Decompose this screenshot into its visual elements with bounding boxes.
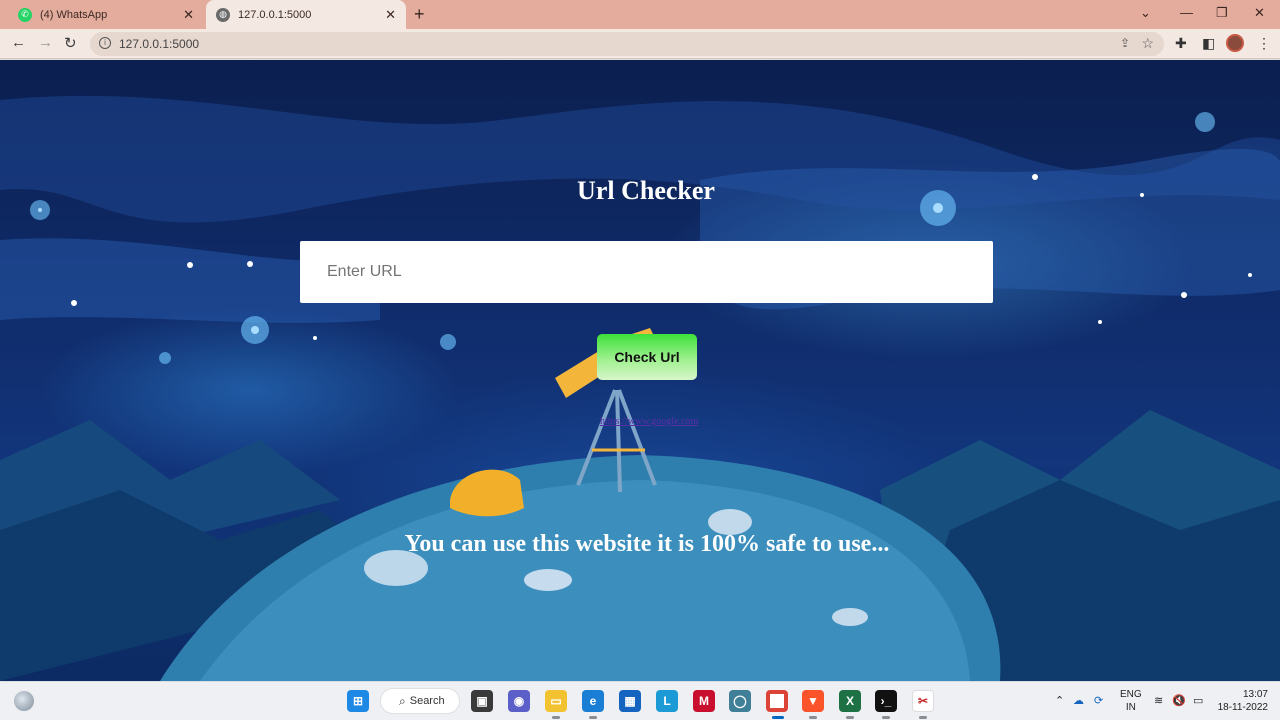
new-tab-button[interactable]: + bbox=[414, 4, 425, 25]
menu-icon[interactable]: ⋮ bbox=[1257, 35, 1271, 52]
tab-title: 127.0.0.1:5000 bbox=[238, 8, 312, 21]
terminal-icon[interactable]: ›_ bbox=[875, 690, 897, 712]
search-icon: ⌕ bbox=[399, 693, 406, 708]
chevron-up-icon[interactable]: ⌃ bbox=[1055, 694, 1064, 707]
taskbar-search[interactable]: ⌕ Search bbox=[380, 688, 460, 714]
brave-icon[interactable]: ▼ bbox=[802, 690, 824, 712]
browser-toolbar: ← → ↻ i 127.0.0.1:5000 ⇪ ☆ ✚ ◧ ⋮ bbox=[0, 29, 1280, 59]
page-title: Url Checker bbox=[577, 176, 715, 205]
app-running-indicator bbox=[589, 716, 597, 719]
wifi-icon[interactable]: ≋ bbox=[1154, 694, 1163, 707]
clock-date: 18-11-2022 bbox=[1217, 702, 1268, 713]
back-button[interactable]: ← bbox=[11, 34, 26, 51]
battery-icon[interactable]: ▭ bbox=[1193, 694, 1203, 707]
chat-icon[interactable]: ◉ bbox=[508, 690, 530, 712]
close-tab-icon[interactable]: ✕ bbox=[385, 7, 396, 23]
check-url-button[interactable]: Check Url bbox=[597, 334, 697, 380]
globe-icon: ◍ bbox=[216, 7, 230, 22]
tab-title: (4) WhatsApp bbox=[40, 8, 108, 21]
result-link[interactable]: https://www.google.com bbox=[600, 416, 698, 427]
reload-button[interactable]: ↻ bbox=[64, 34, 77, 52]
address-bar[interactable]: i 127.0.0.1:5000 ⇪ ☆ bbox=[90, 32, 1164, 56]
whatsapp-icon: ✆ bbox=[18, 7, 32, 22]
chrome-icon[interactable] bbox=[766, 690, 788, 712]
side-panel-icon[interactable]: ◧ bbox=[1202, 35, 1215, 52]
tab-localhost[interactable]: ◍ 127.0.0.1:5000 ✕ bbox=[206, 0, 406, 29]
tab-search-icon[interactable]: ⌄ bbox=[1140, 5, 1151, 21]
close-window-button[interactable]: ✕ bbox=[1254, 5, 1265, 21]
site-info-icon[interactable]: i bbox=[99, 37, 111, 49]
share-icon[interactable]: ⇪ bbox=[1120, 36, 1130, 50]
close-tab-icon[interactable]: ✕ bbox=[183, 7, 194, 23]
clock-time: 13:07 bbox=[1242, 689, 1268, 700]
forward-button[interactable]: → bbox=[38, 34, 53, 51]
page-viewport: Url Checker Check Url https://www.google… bbox=[0, 60, 1280, 681]
tab-whatsapp[interactable]: ✆ (4) WhatsApp ✕ bbox=[8, 0, 204, 29]
taskbar-search-label: Search bbox=[409, 695, 445, 707]
speaker-muted-icon[interactable]: 🔇 bbox=[1172, 694, 1186, 707]
app-running-indicator bbox=[552, 716, 560, 719]
mcafee-icon[interactable]: M bbox=[693, 690, 715, 712]
snipping-tool-icon[interactable]: ✂ bbox=[912, 690, 934, 712]
file-explorer-icon[interactable]: ▭ bbox=[545, 690, 567, 712]
app-running-indicator bbox=[846, 716, 854, 719]
language-indicator[interactable]: ENG IN bbox=[1120, 688, 1142, 714]
extensions-icon[interactable]: ✚ bbox=[1175, 35, 1187, 52]
app-running-indicator bbox=[809, 716, 817, 719]
bookmark-star-icon[interactable]: ☆ bbox=[1141, 35, 1154, 52]
excel-icon[interactable]: X bbox=[839, 690, 861, 712]
l-app-icon[interactable]: L bbox=[656, 690, 678, 712]
app-running-indicator bbox=[919, 716, 927, 719]
onedrive-icon[interactable]: ☁ bbox=[1073, 694, 1084, 707]
windows-taskbar: ⊞ ⌕ Search ▣ ◉ ▭ e ▦ L M ◯ ▼ X ›_ ✂ ⌃ ☁ … bbox=[0, 681, 1280, 720]
safety-message: You can use this website it is 100% safe… bbox=[404, 531, 890, 557]
profile-avatar[interactable] bbox=[1226, 34, 1244, 52]
app-running-indicator bbox=[882, 716, 890, 719]
sync-icon[interactable]: ⟳ bbox=[1094, 694, 1103, 707]
edge-icon[interactable]: e bbox=[582, 690, 604, 712]
url-input[interactable] bbox=[300, 241, 993, 303]
weather-icon[interactable] bbox=[14, 691, 34, 711]
maximize-button[interactable]: ❐ bbox=[1216, 5, 1228, 21]
tab-strip: ✆ (4) WhatsApp ✕ ◍ 127.0.0.1:5000 ✕ + ⌄ … bbox=[0, 0, 1280, 29]
address-text: 127.0.0.1:5000 bbox=[119, 37, 200, 51]
app-active-indicator bbox=[772, 716, 784, 719]
app-icon[interactable]: ◯ bbox=[729, 690, 751, 712]
start-button[interactable]: ⊞ bbox=[347, 690, 369, 712]
system-clock[interactable]: 13:07 18-11-2022 bbox=[1216, 688, 1268, 714]
language-top: ENG bbox=[1120, 689, 1142, 700]
task-view-icon[interactable]: ▣ bbox=[471, 690, 493, 712]
language-bottom: IN bbox=[1125, 702, 1136, 713]
store-icon[interactable]: ▦ bbox=[619, 690, 641, 712]
minimize-button[interactable]: — bbox=[1180, 5, 1193, 20]
